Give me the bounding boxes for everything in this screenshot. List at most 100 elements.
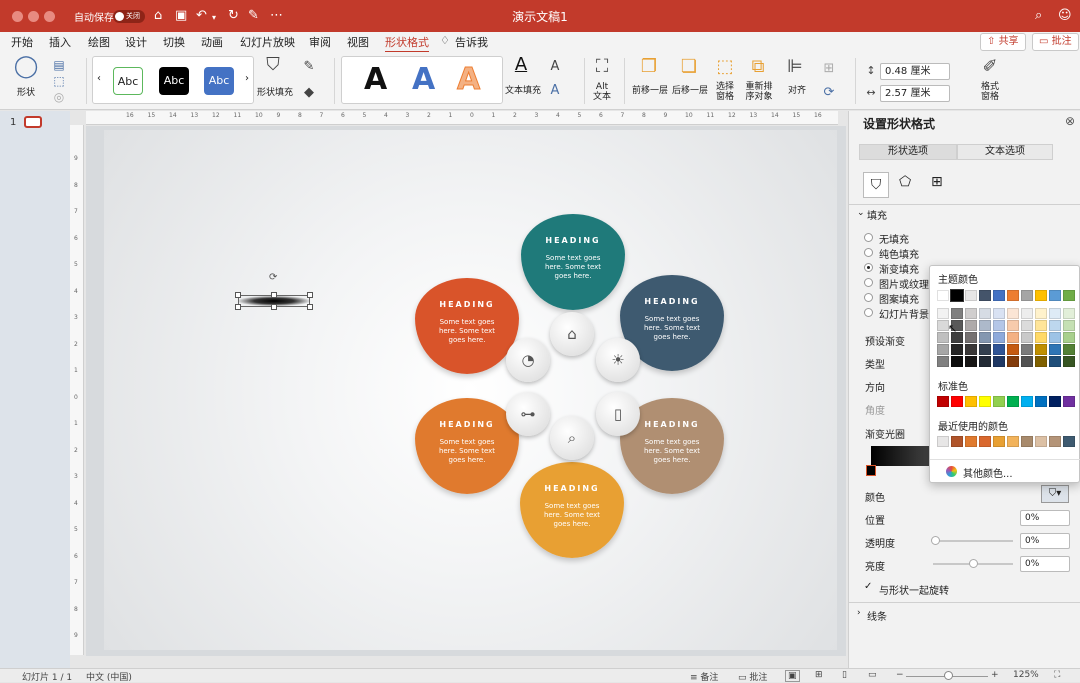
resize-handle[interactable] xyxy=(235,304,241,310)
zoom-out-icon[interactable]: − xyxy=(896,670,904,680)
home-icon[interactable]: ⌂ xyxy=(154,8,162,24)
tab-shape-options[interactable]: 形状选项 xyxy=(859,144,957,160)
theme-shade-swatch[interactable] xyxy=(993,344,1005,355)
theme-shade-swatch[interactable] xyxy=(1035,320,1047,331)
theme-shade-swatch[interactable] xyxy=(937,308,949,319)
more-colors-button[interactable]: 其他颜色... xyxy=(963,465,1013,480)
standard-color-swatch[interactable] xyxy=(965,396,977,407)
standard-color-swatch[interactable] xyxy=(951,396,963,407)
color-dropdown-button[interactable]: ⛉▾ xyxy=(1041,485,1069,503)
align-icon[interactable]: ⊫ xyxy=(782,58,808,76)
minimize-window-button[interactable] xyxy=(28,11,39,22)
theme-shade-swatch[interactable] xyxy=(1021,308,1033,319)
theme-shade-swatch[interactable] xyxy=(965,320,977,331)
edit-icon[interactable]: ✎ xyxy=(248,8,259,24)
wordart-sample-orange[interactable]: A xyxy=(456,62,480,97)
theme-shade-swatch[interactable] xyxy=(951,308,963,319)
transparency-input[interactable]: 0% xyxy=(1020,533,1070,549)
profile-icon[interactable]: ☺ xyxy=(1058,8,1072,24)
standard-color-swatch[interactable] xyxy=(993,396,1005,407)
theme-shade-swatch[interactable] xyxy=(1035,344,1047,355)
recent-color-swatch[interactable] xyxy=(993,436,1005,447)
theme-shade-swatch[interactable] xyxy=(1021,320,1033,331)
expand-line-icon[interactable]: › xyxy=(857,608,861,618)
text-outline-icon[interactable]: A xyxy=(546,58,564,76)
tab-text-options[interactable]: 文本选项 xyxy=(957,144,1053,160)
theme-shade-swatch[interactable] xyxy=(965,308,977,319)
reorder-icon[interactable]: ⧉ xyxy=(745,58,771,76)
standard-color-swatch[interactable] xyxy=(1021,396,1033,407)
theme-shade-swatch[interactable] xyxy=(993,320,1005,331)
tab-tell-me[interactable]: 告诉我 xyxy=(455,34,488,50)
theme-shade-swatch[interactable] xyxy=(937,356,949,367)
theme-shade-swatch[interactable] xyxy=(951,356,963,367)
collapse-fill-icon[interactable]: ⌄ xyxy=(857,208,865,218)
normal-view-icon[interactable]: ▣ xyxy=(785,670,800,682)
brightness-slider-knob[interactable] xyxy=(969,559,978,568)
rotate-handle-icon[interactable]: ⟳ xyxy=(269,272,277,283)
recent-color-swatch[interactable] xyxy=(937,436,949,447)
slide-sorter-icon[interactable]: ⊞ xyxy=(815,670,823,680)
search-icon[interactable]: ⌕ xyxy=(1035,8,1042,24)
tab-draw[interactable]: 绘图 xyxy=(88,34,110,50)
transparency-slider[interactable] xyxy=(933,540,1013,542)
zoom-level[interactable]: 125% xyxy=(1013,670,1039,680)
more-icon[interactable]: ⋯ xyxy=(270,8,283,24)
theme-shade-swatch[interactable] xyxy=(993,332,1005,343)
theme-shade-swatch[interactable] xyxy=(1007,308,1019,319)
theme-shade-swatch[interactable] xyxy=(1021,332,1033,343)
transparency-slider-knob[interactable] xyxy=(931,536,940,545)
theme-shade-swatch[interactable] xyxy=(951,344,963,355)
theme-color-swatch[interactable] xyxy=(950,289,964,302)
theme-shade-swatch[interactable] xyxy=(1007,356,1019,367)
theme-color-swatch[interactable] xyxy=(1049,290,1061,301)
recent-color-swatch[interactable] xyxy=(979,436,991,447)
theme-color-swatch[interactable] xyxy=(965,290,977,301)
comments-button[interactable]: ▭ 批注 xyxy=(1032,33,1079,51)
theme-shade-swatch[interactable] xyxy=(965,356,977,367)
notes-button[interactable]: ≡ 备注 xyxy=(690,670,718,683)
tab-view[interactable]: 视图 xyxy=(347,34,369,50)
theme-shade-swatch[interactable] xyxy=(979,320,991,331)
theme-shade-swatch[interactable] xyxy=(1063,332,1075,343)
theme-color-swatch[interactable] xyxy=(979,290,991,301)
tab-review[interactable]: 审阅 xyxy=(309,34,331,50)
theme-shade-swatch[interactable] xyxy=(1063,320,1075,331)
slideshow-view-icon[interactable]: ▭ xyxy=(868,670,877,680)
theme-shade-swatch[interactable] xyxy=(1063,356,1075,367)
tab-design[interactable]: 设计 xyxy=(125,34,147,50)
theme-shade-swatch[interactable] xyxy=(1035,308,1047,319)
theme-shade-swatch[interactable] xyxy=(1007,332,1019,343)
alt-text-icon[interactable]: ⛶ xyxy=(589,58,615,76)
undo-dropdown-icon[interactable]: ▾ xyxy=(212,10,216,26)
tab-slideshow[interactable]: 幻灯片放映 xyxy=(240,34,295,50)
shape-effects-icon[interactable]: ◆ xyxy=(300,84,318,102)
theme-shade-swatch[interactable] xyxy=(1021,344,1033,355)
text-effects-icon[interactable]: A xyxy=(546,82,564,100)
width-input[interactable]: 2.57 厘米 xyxy=(880,85,950,102)
theme-shade-swatch[interactable] xyxy=(1035,332,1047,343)
recent-color-swatch[interactable] xyxy=(951,436,963,447)
theme-shade-swatch[interactable] xyxy=(1063,308,1075,319)
tab-transitions[interactable]: 切换 xyxy=(163,34,185,50)
fill-line-icon[interactable]: ⛉ xyxy=(863,172,889,198)
radio-gradient-fill[interactable] xyxy=(864,263,873,272)
style-sample-outline[interactable]: Abc xyxy=(113,67,143,95)
theme-shade-swatch[interactable] xyxy=(1049,356,1061,367)
language-status[interactable]: 中文 (中国) xyxy=(86,670,132,683)
style-sample-blue[interactable]: Abc xyxy=(204,67,234,95)
standard-color-swatch[interactable] xyxy=(1063,396,1075,407)
fit-slide-icon[interactable]: ⛶ xyxy=(1054,670,1060,680)
close-pane-icon[interactable]: ⊗ xyxy=(1065,114,1075,128)
standard-color-swatch[interactable] xyxy=(1007,396,1019,407)
theme-color-swatch[interactable] xyxy=(1063,290,1075,301)
bring-forward-icon[interactable]: ❐ xyxy=(636,58,662,76)
theme-color-swatch[interactable] xyxy=(1021,290,1033,301)
maximize-window-button[interactable] xyxy=(44,11,55,22)
shapes-icon[interactable]: ◯ xyxy=(12,56,40,78)
line-section-title[interactable]: 线条 xyxy=(867,608,887,623)
recent-color-swatch[interactable] xyxy=(1021,436,1033,447)
height-input[interactable]: 0.48 厘米 xyxy=(880,63,950,80)
selection-pane-icon[interactable]: ⬚ xyxy=(712,58,738,76)
resize-handle[interactable] xyxy=(307,292,313,298)
